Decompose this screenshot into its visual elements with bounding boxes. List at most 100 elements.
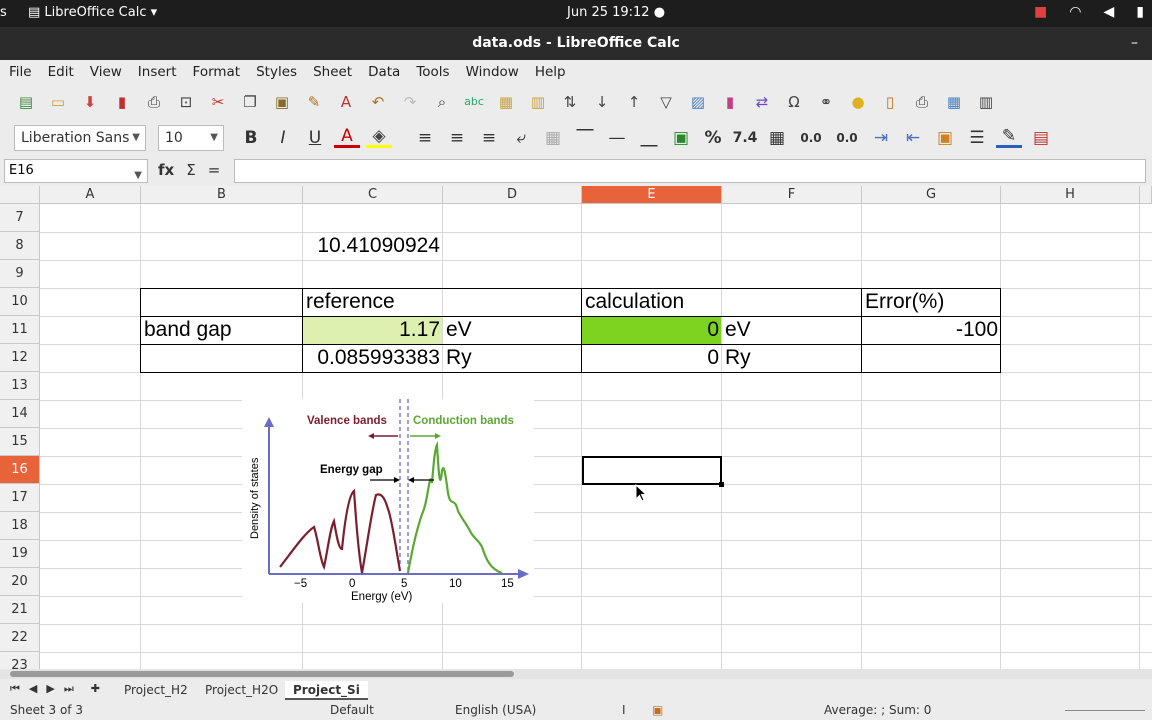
clear-formatting-icon[interactable]: A: [334, 90, 358, 114]
add-decimal-button[interactable]: 0.0: [796, 131, 826, 145]
row-header[interactable]: 11: [0, 316, 40, 344]
cell-g10[interactable]: Error(%): [862, 288, 1000, 315]
row-header[interactable]: 12: [0, 344, 40, 372]
page-style[interactable]: Default: [330, 703, 374, 717]
fill-handle[interactable]: [719, 482, 724, 487]
row-header[interactable]: 21: [0, 596, 40, 624]
cell-e11[interactable]: 0: [582, 316, 721, 343]
column-header-i[interactable]: [1140, 186, 1152, 204]
row-header[interactable]: 8: [0, 232, 40, 260]
selection-summary[interactable]: Average: ; Sum: 0: [824, 703, 931, 717]
chevron-down-icon[interactable]: ▼: [210, 126, 218, 150]
row-header[interactable]: 22: [0, 624, 40, 652]
row-header[interactable]: 20: [0, 568, 40, 596]
menu-view[interactable]: View: [90, 64, 122, 80]
align-center-icon[interactable]: ≡: [444, 128, 470, 148]
insert-image-icon[interactable]: ▨: [686, 90, 710, 114]
sort-ascending-icon[interactable]: ↓: [590, 90, 614, 114]
split-window-icon[interactable]: ▥: [974, 90, 998, 114]
cut-icon[interactable]: ✂: [206, 90, 230, 114]
row-header[interactable]: 17: [0, 484, 40, 512]
select-all-corner[interactable]: [0, 186, 40, 204]
borders-icon[interactable]: ▣: [932, 128, 958, 148]
cell-c12[interactable]: 0.085993383: [303, 344, 442, 371]
activities-label[interactable]: s: [0, 5, 7, 20]
row-header[interactable]: 9: [0, 260, 40, 288]
embedded-dos-image[interactable]: Valence bands Conduction bands Energy ga…: [242, 399, 534, 603]
previous-sheet-icon[interactable]: ◀: [29, 682, 37, 696]
row-header[interactable]: 14: [0, 400, 40, 428]
menu-help[interactable]: Help: [535, 64, 566, 80]
sort-descending-icon[interactable]: ↑: [622, 90, 646, 114]
menu-styles[interactable]: Styles: [256, 64, 297, 80]
export-pdf-icon[interactable]: ▮: [110, 90, 134, 114]
cell-d12[interactable]: Ry: [443, 344, 581, 371]
border-color-icon[interactable]: ✎: [996, 127, 1022, 148]
highlight-color-icon[interactable]: ◈: [366, 127, 392, 148]
row-header[interactable]: 18: [0, 512, 40, 540]
pivot-table-icon[interactable]: ⇄: [750, 90, 774, 114]
cell-g11[interactable]: -100: [862, 316, 1000, 343]
row-header[interactable]: 23: [0, 652, 40, 669]
row-header[interactable]: 13: [0, 372, 40, 400]
hyperlink-icon[interactable]: ⚭: [814, 90, 838, 114]
tab-project-h2[interactable]: Project_H2: [116, 681, 196, 700]
align-bottom-icon[interactable]: ⎽: [636, 128, 662, 148]
freeze-rows-icon[interactable]: ▦: [942, 90, 966, 114]
horizontal-scrollbar[interactable]: [0, 669, 1152, 679]
tab-project-si[interactable]: Project_Si: [285, 681, 368, 700]
clock[interactable]: Jun 25 19:12 ●: [567, 5, 665, 20]
row-header[interactable]: 7: [0, 204, 40, 232]
insert-chart-icon[interactable]: ▮: [718, 90, 742, 114]
align-middle-icon[interactable]: —: [604, 128, 630, 148]
function-wizard-button[interactable]: fx: [158, 161, 174, 179]
column-header-g[interactable]: G: [862, 186, 1001, 204]
cell-c8[interactable]: 10.41090924: [303, 232, 442, 259]
chevron-down-icon[interactable]: ▼: [132, 126, 140, 150]
row-header-selected[interactable]: 16: [0, 456, 40, 484]
find-replace-icon[interactable]: ⌕: [430, 90, 454, 114]
open-folder-icon[interactable]: ▭: [46, 90, 70, 114]
print-preview-icon[interactable]: ⊡: [174, 90, 198, 114]
save-icon[interactable]: ⬇: [78, 90, 102, 114]
zoom-slider[interactable]: [1065, 710, 1145, 711]
language[interactable]: English (USA): [455, 703, 536, 717]
conditional-format-icon[interactable]: ▤: [1028, 128, 1054, 148]
column-header-d[interactable]: D: [443, 186, 582, 204]
align-right-icon[interactable]: ≡: [476, 128, 502, 148]
date-format-icon[interactable]: ▦: [764, 128, 790, 148]
formula-button[interactable]: =: [208, 161, 221, 179]
menu-sheet[interactable]: Sheet: [313, 64, 352, 80]
cell-e10[interactable]: calculation: [582, 288, 721, 315]
align-top-icon[interactable]: ⎺: [572, 128, 598, 148]
print-icon[interactable]: ⎙: [142, 90, 166, 114]
font-size-box[interactable]: 10 ▼: [158, 124, 224, 151]
menu-data[interactable]: Data: [368, 64, 400, 80]
menu-edit[interactable]: Edit: [48, 64, 74, 80]
cell-c10[interactable]: reference: [303, 288, 442, 315]
clone-formatting-icon[interactable]: ✎: [302, 90, 326, 114]
redo-icon[interactable]: ↷: [398, 90, 422, 114]
undo-icon[interactable]: ↶: [366, 90, 390, 114]
percent-format-button[interactable]: %: [700, 128, 726, 148]
decrease-indent-icon[interactable]: ⇤: [900, 128, 926, 148]
cell-c11[interactable]: 1.17: [303, 316, 442, 343]
align-left-icon[interactable]: ≡: [412, 128, 438, 148]
number-format-button[interactable]: 7.4: [732, 130, 758, 146]
special-character-icon[interactable]: Ω: [782, 90, 806, 114]
font-name-box[interactable]: Liberation Sans ▼: [14, 124, 146, 151]
minimize-button[interactable]: –: [1131, 27, 1138, 59]
copy-icon[interactable]: ❐: [238, 90, 262, 114]
name-box[interactable]: E16 ▼: [4, 159, 148, 183]
italic-icon[interactable]: I: [270, 128, 296, 148]
menu-tools[interactable]: Tools: [416, 64, 449, 80]
row-header[interactable]: 15: [0, 428, 40, 456]
column-header-e[interactable]: E: [582, 186, 722, 204]
scrollbar-thumb[interactable]: [10, 671, 514, 677]
cell-e12[interactable]: 0: [582, 344, 721, 371]
row-header[interactable]: 10: [0, 288, 40, 316]
headers-footers-icon[interactable]: ▯: [878, 90, 902, 114]
row-header[interactable]: 19: [0, 540, 40, 568]
add-sheet-icon[interactable]: ✚: [91, 682, 100, 696]
bold-icon[interactable]: B: [238, 128, 264, 148]
